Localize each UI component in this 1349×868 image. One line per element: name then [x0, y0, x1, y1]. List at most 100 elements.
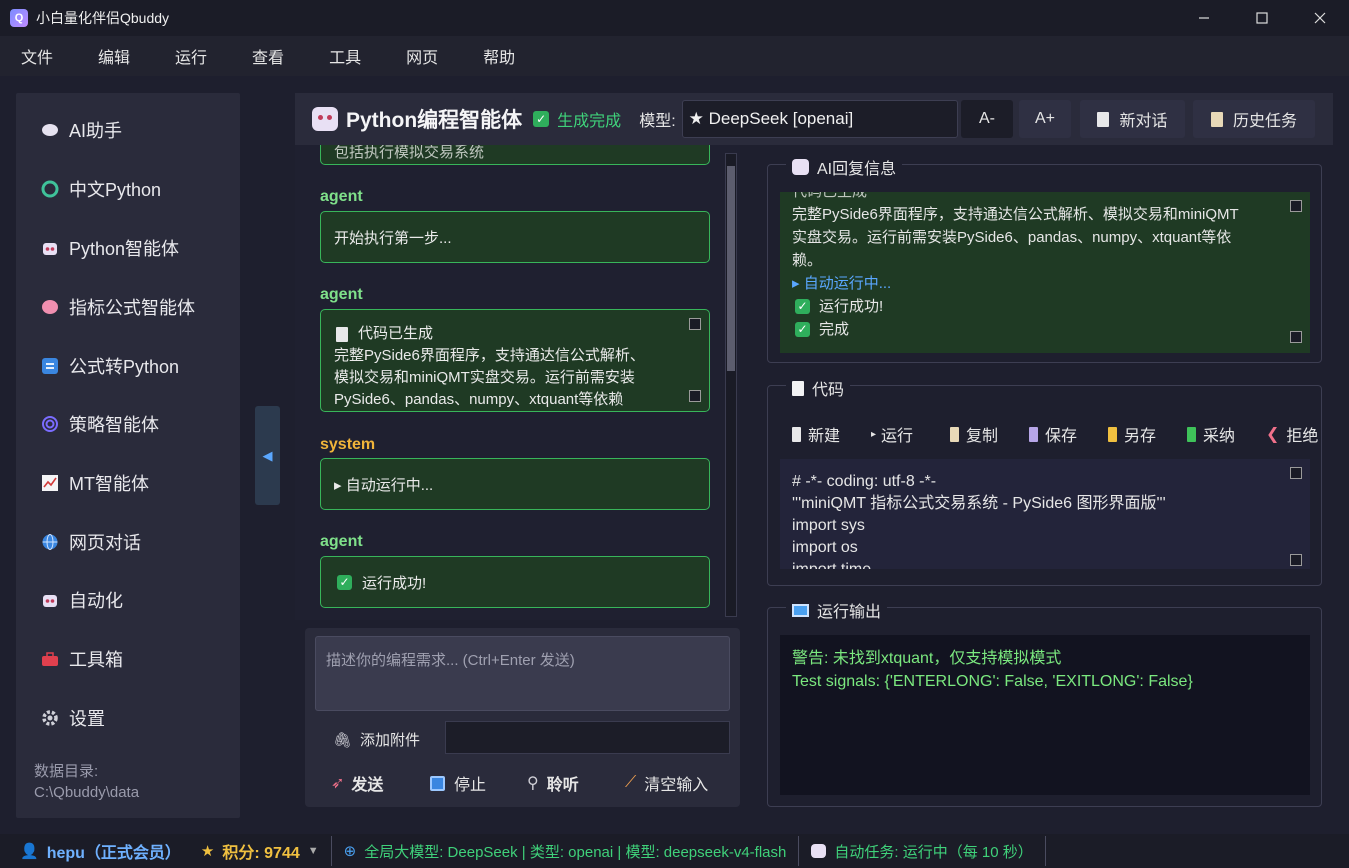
scroll-up-button[interactable] — [689, 318, 701, 330]
output-title: 运行输出 — [817, 604, 882, 621]
scroll-down-button[interactable] — [689, 390, 701, 402]
broom-icon: ⟋ — [625, 774, 637, 791]
model-select[interactable]: ★ DeepSeek [openai] — [681, 100, 958, 138]
message-role: agent — [320, 188, 363, 205]
add-attachment-button[interactable]: 🖇 添加附件 — [333, 729, 420, 750]
sidebar-item-ai-assistant[interactable]: AI助手 — [16, 105, 240, 155]
message-bubble: 开始执行第一步... — [320, 211, 710, 263]
sidebar: AI助手 中文Python Python智能体 指标公式智能体 公式转Pytho… — [16, 93, 240, 818]
save-as-button[interactable]: 另存 — [1108, 422, 1162, 446]
sidebar-item-python-agent[interactable]: Python智能体 — [16, 223, 240, 273]
prompt-input[interactable]: 描述你的编程需求... (Ctrl+Enter 发送) — [315, 636, 730, 711]
sidebar-item-chinese-python[interactable]: 中文Python — [16, 164, 240, 214]
font-decrease-button[interactable]: A- — [961, 100, 1013, 138]
maximize-icon — [1256, 12, 1268, 24]
document-icon — [792, 380, 804, 396]
copy-button[interactable]: 复制 — [950, 422, 1004, 446]
new-button[interactable]: 新建 — [792, 422, 846, 446]
sidebar-item-formula-to-python[interactable]: 公式转Python — [16, 341, 240, 391]
run-button[interactable]: ▸ 运行 — [871, 422, 925, 446]
attach-label: 添加附件 — [360, 732, 421, 749]
done-text: 完成 — [819, 321, 850, 338]
clipboard-icon — [1210, 111, 1223, 127]
scroll-up-button[interactable] — [1290, 200, 1302, 212]
sidebar-item-automation[interactable]: 自动化 — [16, 575, 240, 625]
chat-history[interactable]: 包括执行模拟交易系统 agent 开始执行第一步... agent 代码已生成 … — [295, 145, 740, 620]
sidebar-item-web-chat[interactable]: 网页对话 — [16, 517, 240, 567]
model-info-text: 全局大模型: DeepSeek | 类型: openai | 模型: deeps… — [364, 843, 787, 861]
chat-scrollbar[interactable] — [725, 153, 737, 617]
minimize-button[interactable] — [1175, 0, 1233, 36]
sidebar-item-label: 自动化 — [69, 591, 123, 611]
send-button[interactable]: ➶ 发送 — [331, 771, 383, 795]
tool-label: 新建 — [808, 428, 841, 445]
tool-label: 另存 — [1124, 428, 1157, 445]
attachment-field[interactable] — [445, 721, 730, 754]
save-button[interactable]: 保存 — [1029, 422, 1083, 446]
menu-help[interactable]: 帮助 — [468, 44, 530, 68]
check-icon: ✓ — [337, 574, 352, 590]
message-text: ▸ 自动运行中... — [334, 476, 434, 494]
check-icon: ✓ — [795, 299, 810, 314]
output-console[interactable]: 警告: 未找到xtquant，仅支持模拟模式 Test signals: {'E… — [780, 635, 1310, 795]
sidebar-item-label: 设置 — [69, 709, 105, 729]
reject-button[interactable]: ❮ 拒绝 — [1266, 422, 1320, 446]
menu-run[interactable]: 运行 — [160, 44, 222, 68]
message-text: 包括执行模拟交易系统 — [334, 145, 485, 161]
code-line: import os — [792, 539, 858, 556]
new-chat-button[interactable]: 新对话 — [1080, 100, 1185, 138]
scroll-down-button[interactable] — [1290, 331, 1302, 343]
close-button[interactable] — [1291, 0, 1349, 36]
ai-reply-content[interactable]: 代码已生成 完整PySide6界面程序，支持通达信公式解析、模拟交易和miniQ… — [780, 192, 1310, 353]
clear-input-button[interactable]: ⟋ 清空输入 — [625, 771, 708, 795]
maximize-button[interactable] — [1233, 0, 1291, 36]
output-line: 警告: 未找到xtquant，仅支持模拟模式 — [792, 650, 1062, 667]
page-title: Python编程智能体 — [346, 109, 523, 132]
message-text: 运行成功! — [362, 574, 427, 592]
message-line: 完整PySide6界面程序，支持通达信公式解析、 — [334, 347, 645, 364]
new-chat-label: 新对话 — [1119, 113, 1168, 130]
sidebar-item-indicator-agent[interactable]: 指标公式智能体 — [16, 282, 240, 332]
ai-reply-panel: AI回复信息 代码已生成 完整PySide6界面程序，支持通达信公式解析、模拟交… — [767, 155, 1322, 363]
scroll-down-button[interactable] — [1290, 554, 1302, 566]
app-logo-icon: Q — [10, 9, 28, 27]
listen-button[interactable]: ⚲ 聆听 — [527, 771, 579, 795]
star-icon: ★ — [200, 843, 215, 860]
sidebar-item-label: 公式转Python — [69, 357, 180, 377]
sidebar-item-settings[interactable]: 设置 — [16, 693, 240, 743]
points-info[interactable]: ★ 积分: 9744 ▼ — [201, 834, 319, 868]
sidebar-item-mt-agent[interactable]: MT智能体 — [16, 458, 240, 508]
ai-reply-running: ▸ 自动运行中... — [792, 275, 892, 292]
sidebar-item-label: 工具箱 — [69, 650, 123, 670]
model-label: 模型: — [639, 113, 676, 130]
user-info[interactable]: 👤 hepu（正式会员） — [20, 834, 181, 868]
code-editor[interactable]: # -*- coding: utf-8 -*- '''miniQMT 指标公式交… — [780, 459, 1310, 569]
accept-button[interactable]: 采纳 — [1187, 422, 1241, 446]
user-name: hepu（正式会员） — [46, 845, 181, 862]
font-increase-button[interactable]: A+ — [1019, 100, 1071, 138]
message-bubble: 代码已生成 完整PySide6界面程序，支持通达信公式解析、 模拟交易和mini… — [320, 309, 710, 412]
sidebar-item-label: Python智能体 — [69, 239, 180, 259]
menu-tools[interactable]: 工具 — [314, 44, 376, 68]
menu-web[interactable]: 网页 — [391, 44, 453, 68]
panel-title: 代码 — [786, 376, 851, 400]
tool-label: 运行 — [881, 428, 914, 445]
scroll-up-button[interactable] — [1290, 467, 1302, 479]
sidebar-item-strategy-agent[interactable]: 策略智能体 — [16, 399, 240, 449]
code-line: # -*- coding: utf-8 -*- — [792, 473, 937, 490]
check-icon — [1187, 426, 1196, 442]
menu-view[interactable]: 查看 — [237, 44, 299, 68]
sidebar-collapse-button[interactable]: ◀ — [255, 406, 280, 505]
sidebar-item-label: MT智能体 — [69, 474, 149, 494]
document-icon — [336, 326, 348, 342]
sidebar-item-toolbox[interactable]: 工具箱 — [16, 634, 240, 684]
document-icon — [1097, 111, 1110, 127]
globe-icon: ⊕ — [343, 843, 357, 860]
scrollbar-thumb[interactable] — [727, 166, 735, 371]
auto-task-info: 自动任务: 运行中（每 10 秒） — [811, 834, 1033, 868]
data-dir-label: 数据目录: — [34, 763, 99, 780]
menu-edit[interactable]: 编辑 — [83, 44, 145, 68]
stop-button[interactable]: 停止 — [430, 771, 486, 795]
history-button[interactable]: 历史任务 — [1193, 100, 1315, 138]
menu-file[interactable]: 文件 — [6, 44, 68, 68]
